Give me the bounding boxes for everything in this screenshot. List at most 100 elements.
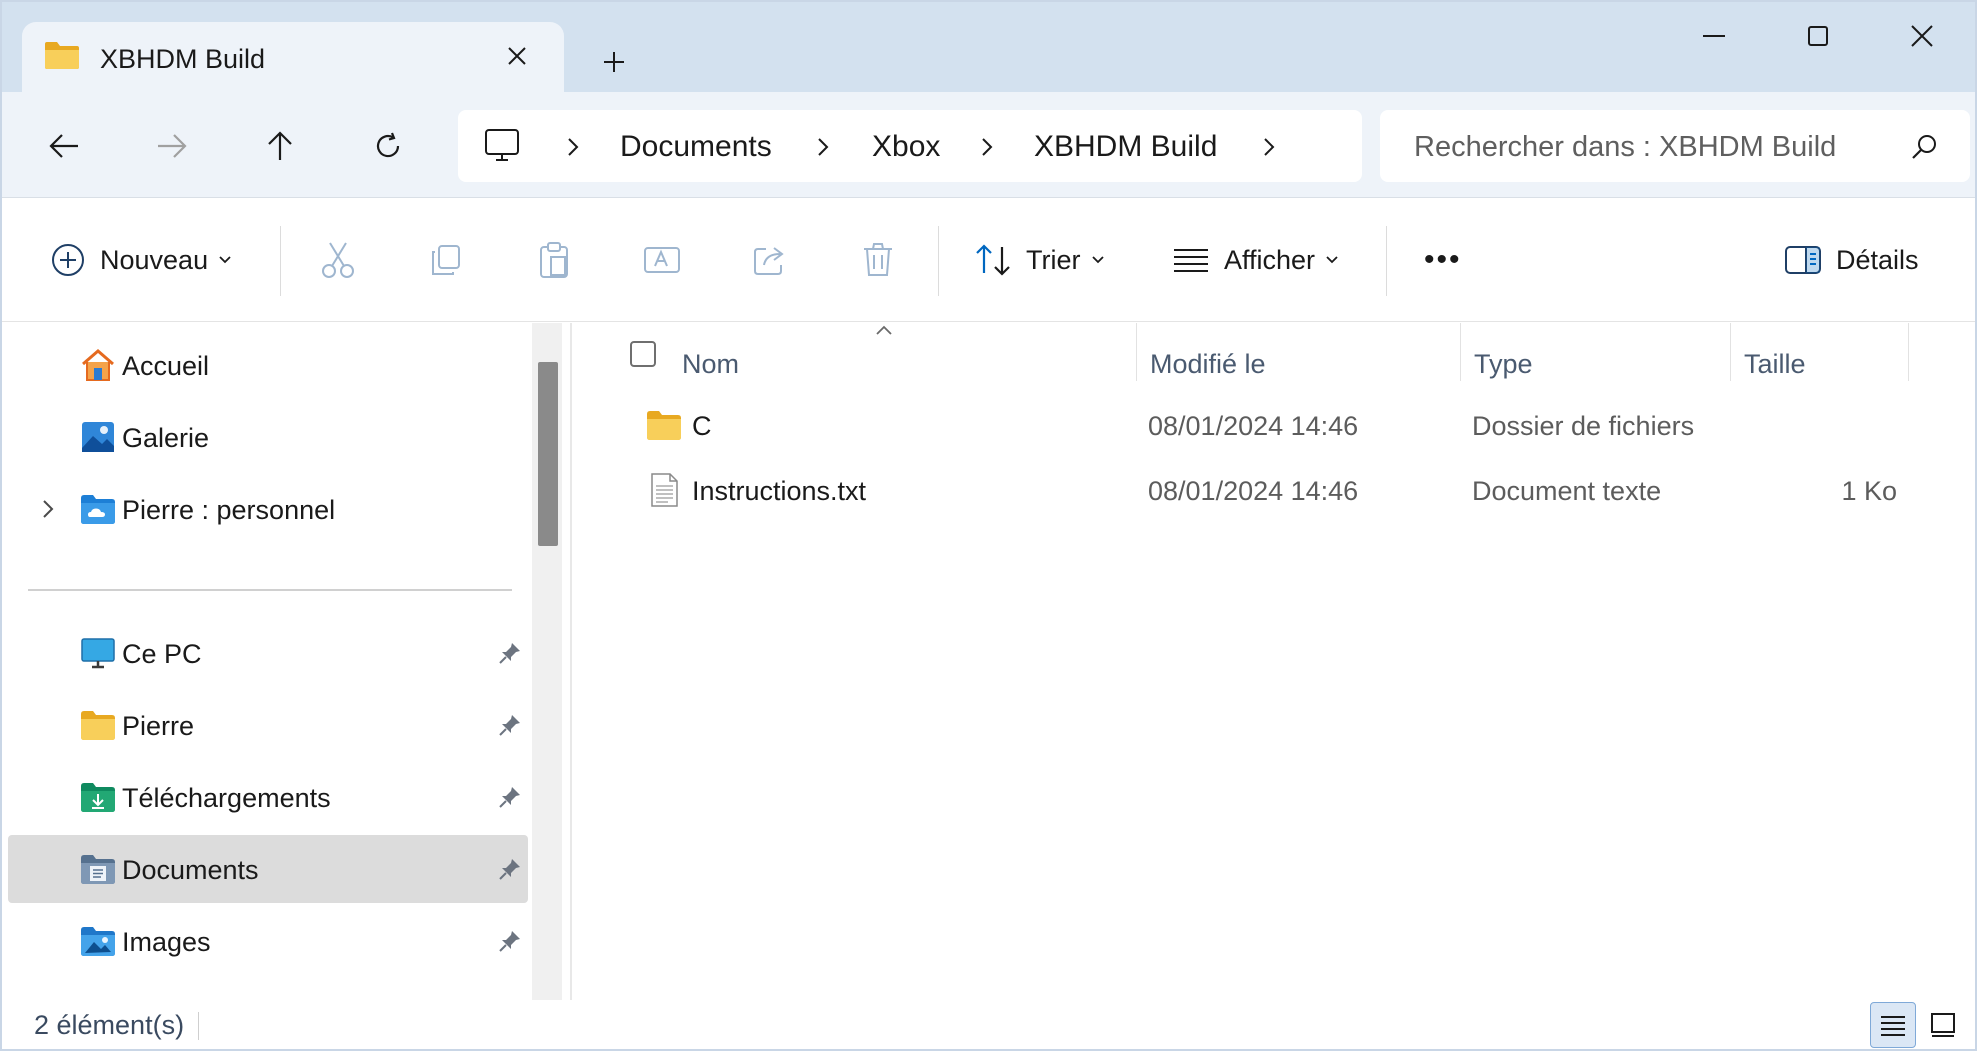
column-separator[interactable] (1460, 323, 1461, 381)
sidebar-item-onedrive[interactable]: Pierre : personnel (8, 475, 528, 543)
column-separator[interactable] (1730, 323, 1731, 381)
column-header-name[interactable]: Nom (682, 339, 739, 389)
breadcrumb-separator[interactable] (810, 132, 836, 162)
rename-button[interactable] (638, 236, 686, 284)
status-bar: 2 élément(s) (2, 1000, 1975, 1049)
view-button[interactable]: Afficher (1172, 234, 1339, 286)
file-modified: 08/01/2024 14:46 (1148, 411, 1359, 441)
home-icon (82, 349, 114, 381)
sidebar-item-downloads[interactable]: Téléchargements (8, 763, 528, 831)
title-bar: XBHDM Build (2, 2, 1975, 92)
status-separator (198, 1012, 199, 1040)
sort-ascending-icon (876, 325, 892, 335)
new-button[interactable]: Nouveau (50, 234, 232, 286)
sidebar-item-home[interactable]: Accueil (8, 331, 528, 399)
maximize-button[interactable] (1778, 8, 1858, 64)
sidebar-item-this-pc[interactable]: Ce PC (8, 619, 528, 687)
pin-icon[interactable] (498, 857, 522, 881)
arrow-left-icon (49, 134, 78, 158)
sidebar-item-documents[interactable]: Documents (8, 835, 528, 903)
sidebar-item-images[interactable]: Images (8, 907, 528, 975)
refresh-button[interactable] (360, 118, 416, 174)
scissors-icon (322, 242, 354, 278)
file-modified: 08/01/2024 14:46 (1148, 476, 1359, 506)
details-button[interactable]: Détails (1784, 234, 1919, 286)
pc-icon (81, 638, 115, 669)
search-icon[interactable] (1910, 132, 1940, 162)
breadcrumb-separator[interactable] (560, 132, 586, 162)
forward-button[interactable] (144, 118, 200, 174)
gallery-icon (82, 422, 114, 452)
toolbar-separator (280, 226, 281, 296)
paste-icon (540, 242, 568, 278)
computer-icon (485, 129, 519, 161)
search-placeholder: Rechercher dans : XBHDM Build (1414, 131, 1837, 163)
minimize-button[interactable] (1674, 8, 1754, 64)
details-button-label: Détails (1836, 244, 1919, 275)
address-bar[interactable]: Documents Xbox XBHDM Build (458, 110, 1362, 182)
folder-icon (45, 42, 79, 69)
select-all-checkbox[interactable] (630, 341, 656, 367)
more-options-button[interactable]: ••• (1420, 234, 1462, 286)
table-row[interactable]: Instructions.txt 08/01/2024 14:46 Docume… (572, 460, 1975, 522)
sort-button[interactable]: Trier (974, 234, 1105, 286)
file-type: Document texte (1472, 476, 1662, 506)
list-view-icon (1881, 1016, 1905, 1036)
chevron-down-icon (1326, 256, 1338, 264)
column-header-modified[interactable]: Modifié le (1150, 339, 1266, 389)
close-window-button[interactable] (1882, 8, 1962, 64)
sidebar-item-label: Téléchargements (122, 783, 331, 813)
chevron-down-icon (1091, 256, 1104, 264)
delete-button[interactable] (854, 236, 902, 284)
column-header-type[interactable]: Type (1474, 339, 1533, 389)
column-separator[interactable] (1136, 323, 1137, 381)
chevron-right-icon (1264, 138, 1275, 156)
column-header-size[interactable]: Taille (1744, 339, 1806, 389)
sidebar-scrollbar-thumb[interactable] (538, 362, 558, 546)
breadcrumb-documents[interactable]: Documents (620, 130, 772, 164)
paste-button[interactable] (530, 236, 578, 284)
pin-icon[interactable] (498, 785, 522, 809)
column-separator[interactable] (1908, 323, 1909, 381)
chevron-down-icon (219, 256, 231, 264)
breadcrumb-separator[interactable] (974, 132, 1000, 162)
pin-icon[interactable] (498, 641, 522, 665)
share-button[interactable] (746, 236, 794, 284)
close-tab-button[interactable] (500, 39, 534, 73)
details-view-button[interactable] (1870, 1002, 1916, 1048)
file-explorer-window: XBHDM Build Documents Xbox XBHDM Build R… (0, 0, 1977, 1051)
sidebar-item-label: Documents (122, 855, 259, 885)
chevron-right-icon[interactable] (38, 497, 58, 521)
breadcrumb-xbox[interactable]: Xbox (872, 130, 940, 164)
search-input[interactable]: Rechercher dans : XBHDM Build (1380, 110, 1970, 182)
copy-button[interactable] (422, 236, 470, 284)
breadcrumb-xbhdm-build[interactable]: XBHDM Build (1034, 130, 1217, 164)
breadcrumb-separator[interactable] (1256, 132, 1282, 162)
tab-xbhdm-build[interactable]: XBHDM Build (22, 22, 564, 92)
pin-icon[interactable] (498, 713, 522, 737)
tiles-view-button[interactable] (1920, 1002, 1966, 1048)
sidebar-item-gallery[interactable]: Galerie (8, 403, 528, 471)
more-options-label: ••• (1424, 243, 1462, 276)
minimize-icon (1703, 35, 1725, 37)
sidebar-item-label: Images (122, 927, 211, 957)
details-pane-icon (1785, 246, 1821, 274)
toolbar-separator (1386, 226, 1387, 296)
pin-icon[interactable] (498, 929, 522, 953)
file-name: Instructions.txt (692, 476, 867, 506)
close-icon (508, 47, 526, 65)
sidebar-item-label: Galerie (122, 423, 210, 453)
sidebar-item-pierre[interactable]: Pierre (8, 691, 528, 759)
sidebar-item-label: Ce PC (122, 639, 202, 669)
arrow-up-icon (268, 131, 292, 160)
new-tab-button[interactable] (592, 40, 636, 84)
chevron-right-icon (982, 138, 993, 156)
up-button[interactable] (252, 118, 308, 174)
sort-icon (976, 244, 1010, 276)
command-bar: Nouveau Trier Afficher ••• Détails (2, 198, 1975, 322)
back-button[interactable] (36, 118, 92, 174)
downloads-icon (81, 783, 115, 812)
table-row[interactable]: C 08/01/2024 14:46 Dossier de fichiers (572, 395, 1975, 457)
plus-circle-icon (52, 244, 84, 276)
cut-button[interactable] (314, 236, 362, 284)
